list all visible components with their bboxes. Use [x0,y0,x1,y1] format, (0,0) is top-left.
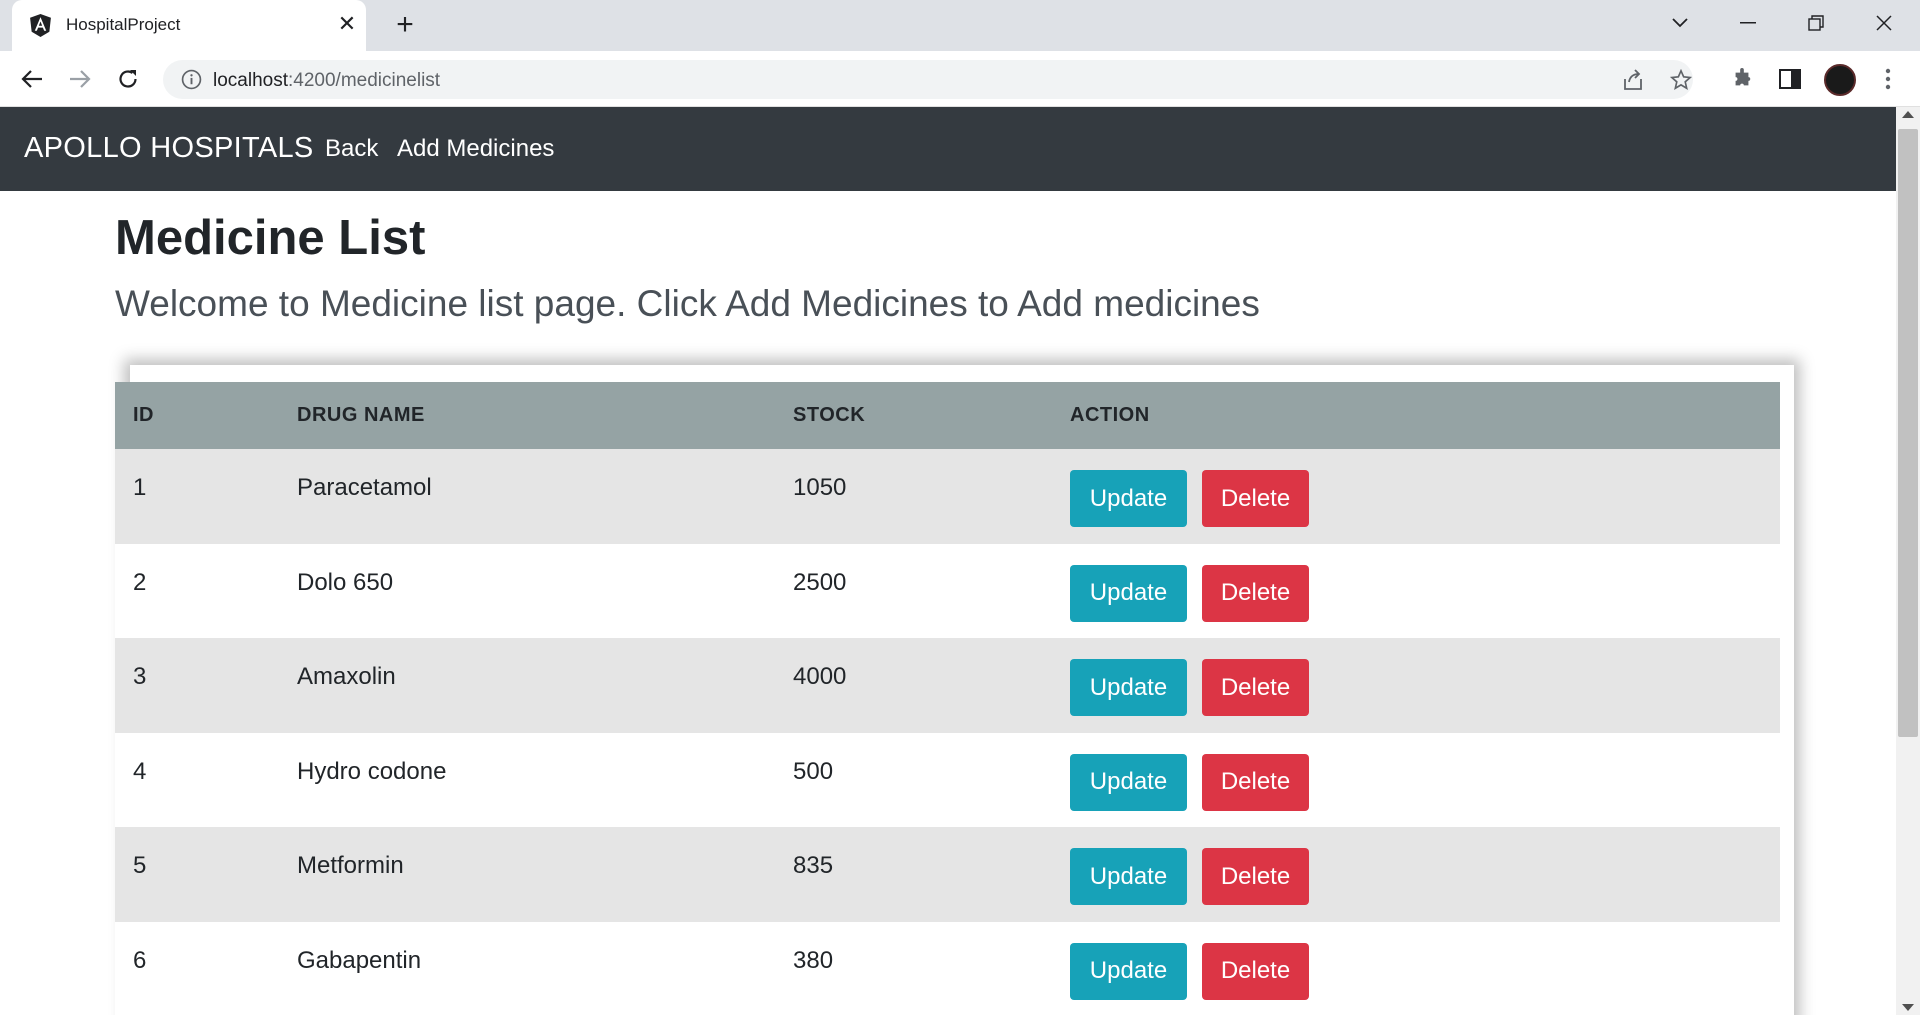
restore-icon[interactable] [1798,8,1834,38]
share-icon[interactable] [1620,67,1646,93]
cell-drug-name: Hydro codone [297,757,447,785]
scrollbar-thumb[interactable] [1898,129,1918,737]
cell-stock: 4000 [793,663,847,691]
cell-id: 5 [133,852,147,880]
extensions-icon[interactable] [1728,65,1756,93]
reload-icon[interactable] [110,61,146,97]
cell-id: 6 [133,946,147,974]
cell-stock: 835 [793,852,834,880]
browser-toolbar: localhost:4200/medicinelist [0,51,1920,107]
navbar: APOLLO HOSPITALS Back Add Medicines [0,107,1896,191]
nav-link-add-medicines[interactable]: Add Medicines [397,135,554,163]
cell-id: 4 [133,757,147,785]
page-title: Medicine List [115,211,426,265]
cell-drug-name: Amaxolin [297,663,396,691]
update-button[interactable]: Update [1070,942,1187,1000]
bookmark-star-icon[interactable] [1668,67,1694,93]
url-text: localhost:4200/medicinelist [213,70,441,91]
cell-drug-name: Gabapentin [297,946,422,974]
profile-avatar[interactable] [1824,64,1856,96]
page-viewport: APOLLO HOSPITALS Back Add Medicines Medi… [0,107,1896,1015]
delete-button[interactable]: Delete [1202,564,1309,622]
tab-title: HospitalProject [66,15,181,34]
delete-button[interactable]: Delete [1202,470,1309,527]
page-scrollbar[interactable] [1896,107,1920,1015]
minimize-icon[interactable] [1730,8,1766,38]
cell-id: 1 [133,474,147,501]
info-icon[interactable] [181,69,202,90]
cell-stock: 380 [793,946,834,974]
delete-button[interactable]: Delete [1202,659,1309,717]
table-row: 1 Paracetamol 1050 Update Delete [115,449,1780,544]
delete-button[interactable]: Delete [1202,848,1309,906]
tab-strip: HospitalProject ✕ + [0,0,1920,51]
header-action: ACTION [1070,404,1150,426]
brand-link[interactable]: APOLLO HOSPITALS [24,132,314,165]
close-window-icon[interactable] [1866,8,1902,38]
table-row: 4 Hydro codone 500 Update Delete [115,732,1780,828]
header-drug-name: DRUG NAME [297,404,425,426]
cell-stock: 2500 [793,568,847,596]
cell-stock: 500 [793,757,834,785]
angular-icon [30,14,51,37]
update-button[interactable]: Update [1070,659,1187,717]
cell-id: 2 [133,568,147,596]
forward-arrow-icon[interactable] [62,61,98,97]
cell-drug-name: Dolo 650 [297,568,394,596]
update-button[interactable]: Update [1070,470,1187,527]
table-header-row: ID DRUG NAME STOCK ACTION [115,382,1780,449]
update-button[interactable]: Update [1070,753,1187,811]
update-button[interactable]: Update [1070,564,1187,622]
table-row: 5 Metformin 835 Update Delete [115,827,1780,922]
cell-drug-name: Metformin [297,852,404,880]
address-bar[interactable]: localhost:4200/medicinelist [163,60,1693,99]
new-tab-icon[interactable]: + [390,10,420,40]
kebab-menu-icon[interactable] [1874,65,1902,93]
scroll-down-arrow-icon[interactable] [1902,1004,1914,1011]
browser-tab[interactable]: HospitalProject ✕ [12,0,366,51]
update-button[interactable]: Update [1070,848,1187,906]
cell-id: 3 [133,663,147,691]
nav-link-back[interactable]: Back [325,135,378,163]
medicine-table: ID DRUG NAME STOCK ACTION 1 Paracetamol … [115,382,1780,1015]
header-id: ID [133,404,154,426]
table-row: 6 Gabapentin 380 Update Delete [115,921,1780,1015]
cell-stock: 1050 [793,474,847,501]
side-panel-icon[interactable] [1776,65,1804,93]
delete-button[interactable]: Delete [1202,753,1309,811]
scroll-up-arrow-icon[interactable] [1902,111,1914,118]
table-row: 3 Amaxolin 4000 Update Delete [115,638,1780,733]
close-tab-icon[interactable]: ✕ [334,11,360,37]
cell-drug-name: Paracetamol [297,474,432,501]
table-row: 2 Dolo 650 2500 Update Delete [115,543,1780,639]
tab-search-icon[interactable] [1662,8,1698,38]
page-lead: Welcome to Medicine list page. Click Add… [115,283,1260,324]
delete-button[interactable]: Delete [1202,942,1309,1000]
header-stock: STOCK [793,404,866,426]
back-arrow-icon[interactable] [14,61,50,97]
